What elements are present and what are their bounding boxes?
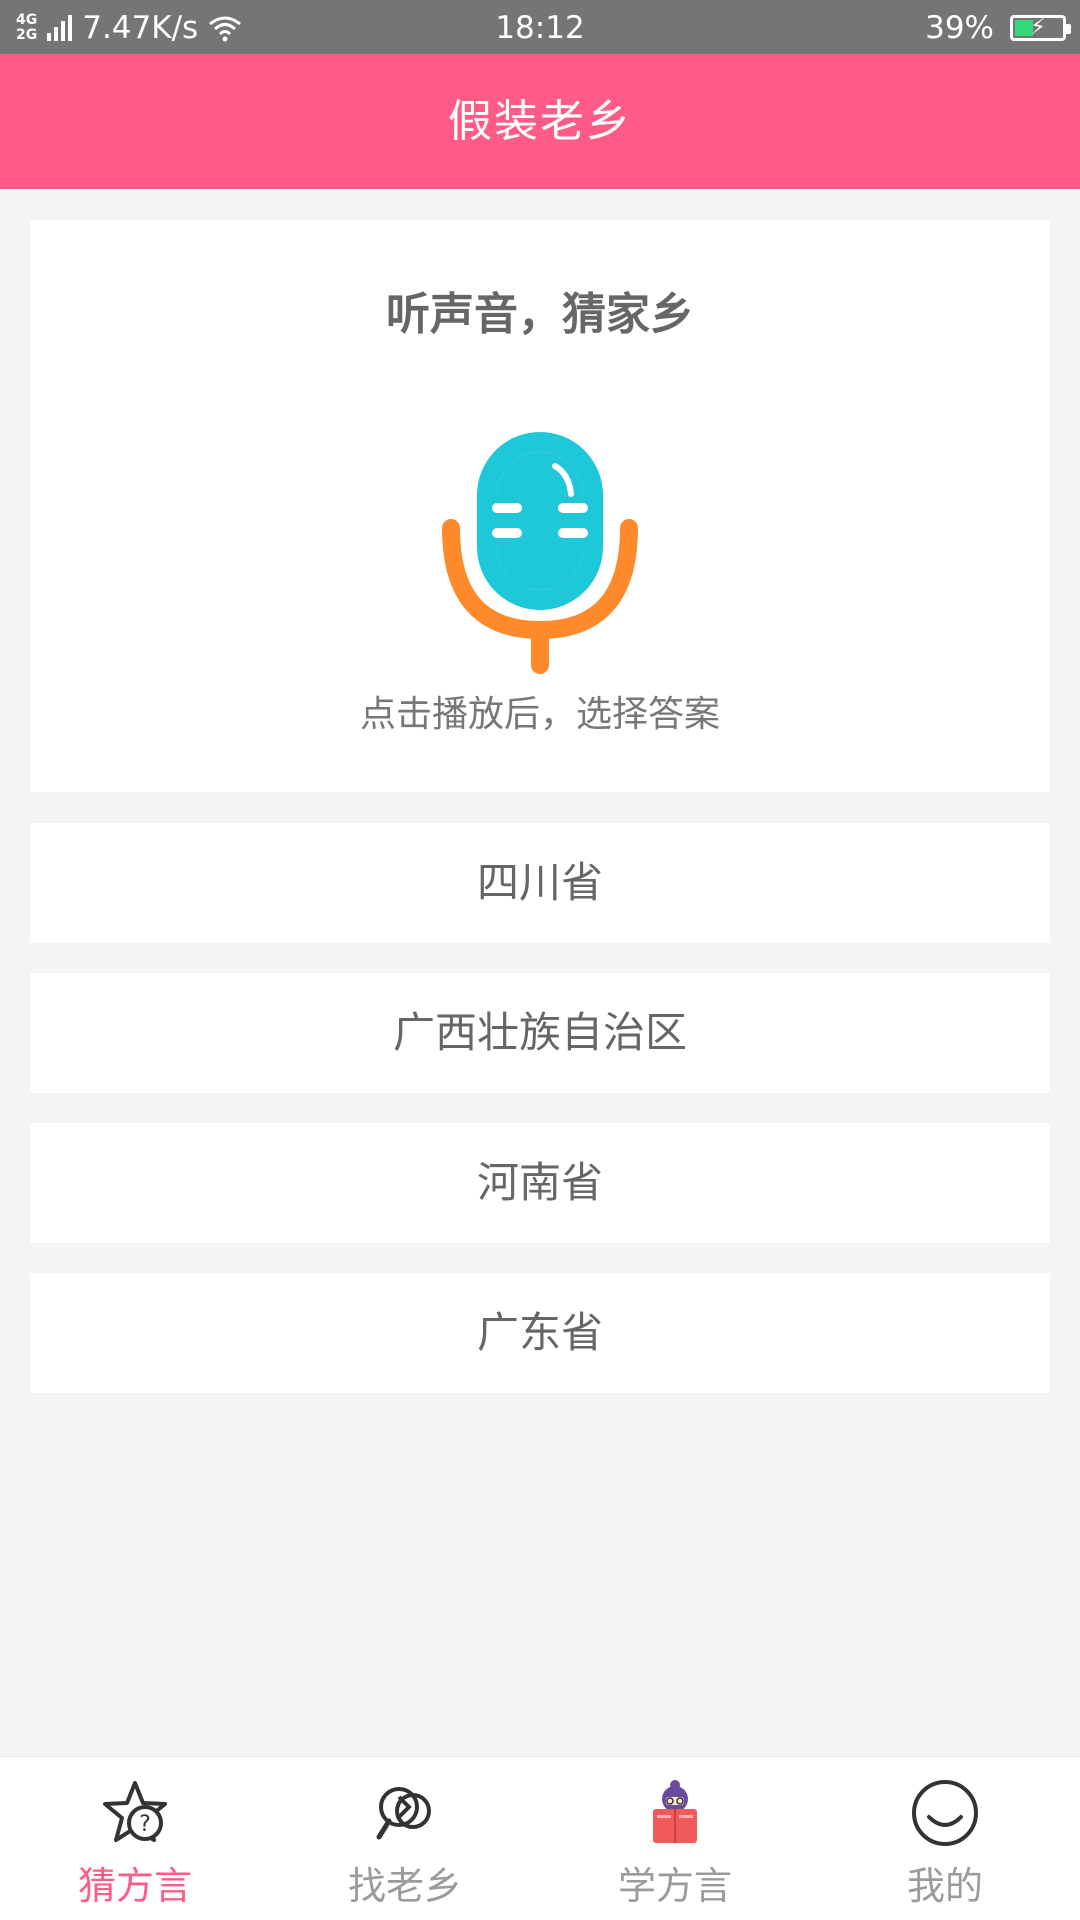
star-question-icon: ? <box>103 1781 167 1842</box>
page-title: 假装老乡 <box>448 96 632 147</box>
microphone-icon <box>442 432 638 674</box>
nav-label: 学方言 <box>617 1864 732 1908</box>
quiz-heading: 听声音，猜家乡 <box>386 289 694 340</box>
play-audio-button[interactable] <box>435 420 645 680</box>
status-right: 39% ⚡ <box>925 8 1071 48</box>
reading-book-icon <box>653 1780 697 1843</box>
answer-option[interactable]: 广西壮族自治区 <box>30 973 1050 1093</box>
nav-label: 找老乡 <box>347 1864 462 1908</box>
nav-item-mine[interactable]: 我的 <box>810 1757 1080 1920</box>
search-people-icon <box>376 1787 431 1840</box>
app-header: 假装老乡 <box>0 54 1080 189</box>
svg-text:?: ? <box>139 1812 151 1837</box>
status-bar: 4G 2G 7.47K/s 18:12 39% ⚡ <box>0 0 1080 54</box>
charging-bolt-icon: ⚡ <box>1030 15 1046 40</box>
battery-percentage: 39% <box>925 10 994 46</box>
answer-option[interactable]: 广东省 <box>30 1273 1050 1393</box>
answer-option[interactable]: 四川省 <box>30 823 1050 943</box>
bottom-nav: ? 猜方言 找老乡 学方言 我的 <box>0 1756 1080 1920</box>
status-time: 18:12 <box>495 10 585 46</box>
nav-label: 猜方言 <box>77 1864 192 1908</box>
nav-item-guess-dialect[interactable]: ? 猜方言 <box>0 1757 270 1920</box>
quiz-card: 听声音，猜家乡 点击播放后，选择答案 <box>30 220 1050 792</box>
nav-label: 我的 <box>906 1864 983 1908</box>
battery-icon: ⚡ <box>1010 15 1071 41</box>
quiz-hint: 点击播放后，选择答案 <box>359 694 720 735</box>
nav-item-find-townsman[interactable]: 找老乡 <box>270 1757 540 1920</box>
smiley-face-icon <box>912 1780 978 1846</box>
answer-option[interactable]: 河南省 <box>30 1123 1050 1243</box>
nav-item-learn-dialect[interactable]: 学方言 <box>540 1757 810 1920</box>
